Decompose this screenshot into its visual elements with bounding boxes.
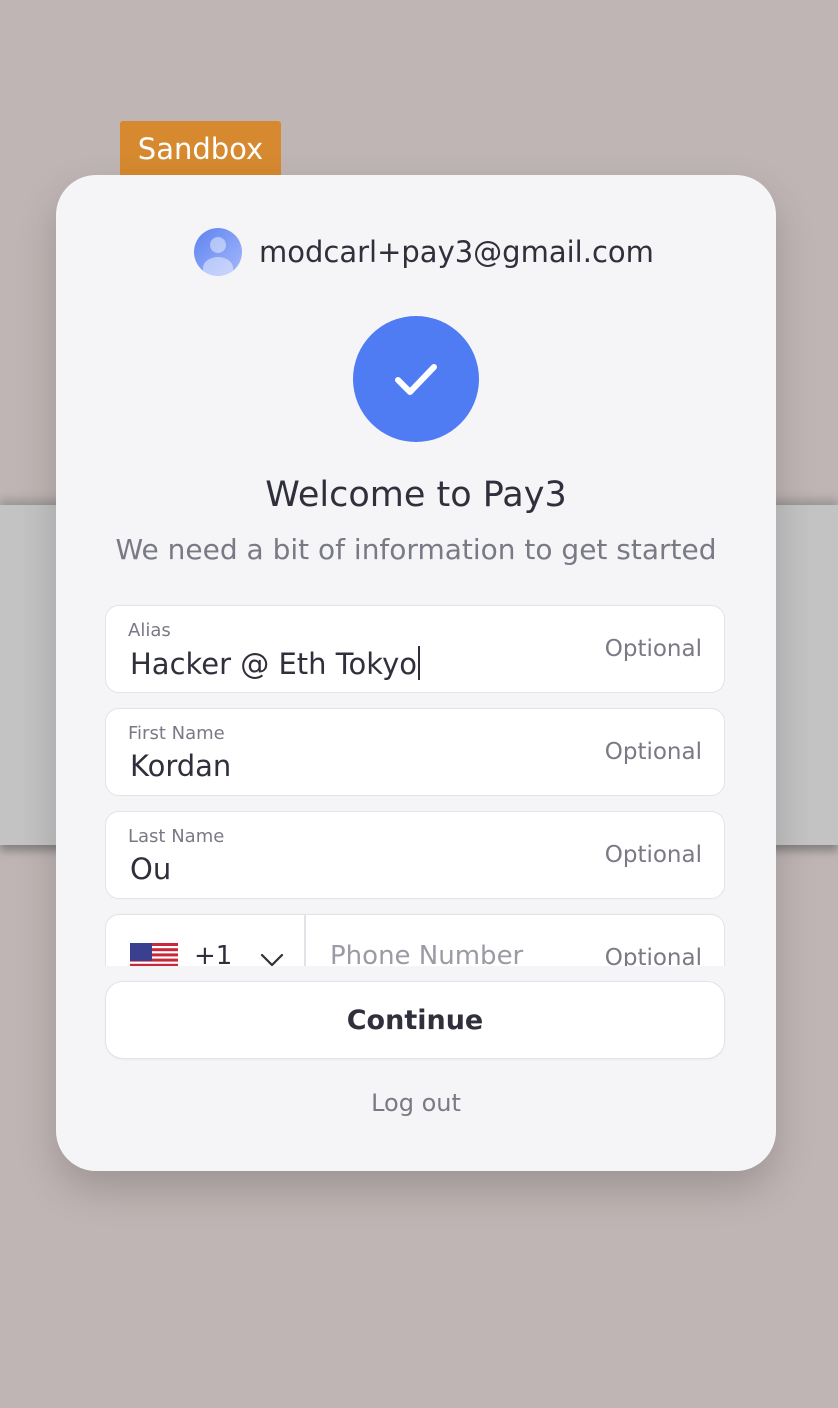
first-name-optional-hint: Optional — [604, 739, 702, 765]
sandbox-badge: Sandbox — [120, 121, 281, 176]
alias-field[interactable]: Alias Hacker @ Eth Tokyo Optional — [105, 605, 725, 693]
onboarding-card: modcarl+pay3@gmail.com Welcome to Pay3 W… — [56, 175, 776, 1171]
alias-optional-hint: Optional — [604, 636, 702, 662]
last-name-input[interactable]: Ou — [130, 852, 171, 886]
alias-label: Alias — [128, 620, 171, 641]
phone-field[interactable]: +1 Optional — [105, 914, 725, 966]
last-name-label: Last Name — [128, 826, 225, 847]
last-name-field[interactable]: Last Name Ou Optional — [105, 811, 725, 899]
phone-field-scroll-area: +1 Optional — [105, 914, 725, 966]
text-cursor — [417, 646, 420, 680]
page-subtitle: We need a bit of information to get star… — [115, 533, 717, 566]
checkmark-icon — [353, 316, 479, 442]
first-name-label: First Name — [128, 723, 225, 744]
us-flag-icon[interactable] — [130, 943, 178, 966]
last-name-optional-hint: Optional — [604, 842, 702, 868]
first-name-field[interactable]: First Name Kordan Optional — [105, 708, 725, 796]
phone-number-input[interactable] — [330, 941, 590, 966]
phone-divider — [304, 915, 306, 966]
user-avatar-icon — [194, 228, 242, 276]
logout-link[interactable]: Log out — [56, 1089, 776, 1117]
phone-optional-hint: Optional — [604, 945, 702, 966]
account-email: modcarl+pay3@gmail.com — [259, 235, 654, 269]
alias-input[interactable]: Hacker @ Eth Tokyo — [130, 646, 420, 681]
chevron-down-icon[interactable] — [260, 953, 284, 966]
account-info: modcarl+pay3@gmail.com — [194, 227, 654, 277]
first-name-input[interactable]: Kordan — [130, 749, 231, 783]
continue-button[interactable]: Continue — [105, 981, 725, 1059]
country-code[interactable]: +1 — [194, 941, 232, 966]
page-title: Welcome to Pay3 — [265, 475, 567, 515]
